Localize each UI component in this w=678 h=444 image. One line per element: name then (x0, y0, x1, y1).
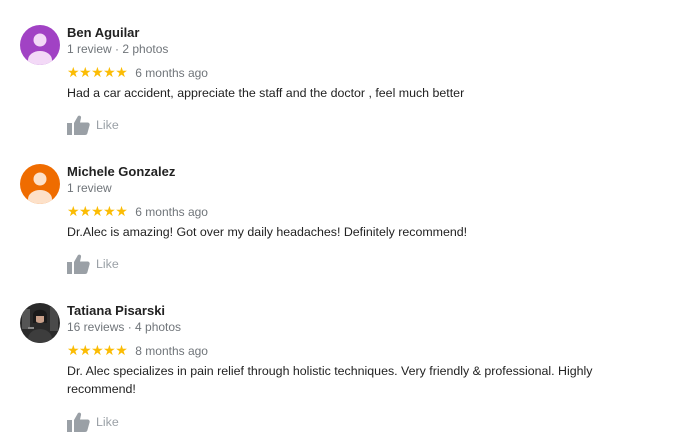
avatar[interactable] (20, 164, 60, 204)
like-label: Like (96, 415, 119, 429)
rating-row: ★★★★★ 8 months ago (67, 343, 208, 359)
review-time: 6 months ago (135, 205, 208, 219)
default-avatar-icon (20, 25, 60, 65)
star-rating: ★★★★★ (67, 343, 128, 359)
review-card: Ben Aguilar 1 review · 2 photos ★★★★★ 6 … (0, 25, 678, 135)
reviewer-name[interactable]: Michele Gonzalez (67, 164, 175, 179)
like-button[interactable]: Like (67, 254, 119, 274)
star-rating: ★★★★★ (67, 204, 128, 220)
like-label: Like (96, 257, 119, 271)
reviewer-meta: 1 review (67, 181, 112, 195)
thumbs-up-icon (67, 254, 90, 274)
like-button[interactable]: Like (67, 115, 119, 135)
avatar[interactable] (20, 303, 60, 343)
review-time: 8 months ago (135, 344, 208, 358)
like-label: Like (96, 118, 119, 132)
review-text: Dr. Alec specializes in pain relief thro… (67, 364, 593, 396)
thumbs-up-icon (67, 412, 90, 432)
profile-photo-icon (20, 303, 60, 343)
reviewer-name[interactable]: Tatiana Pisarski (67, 303, 165, 318)
like-button[interactable]: Like (67, 412, 119, 432)
review-card: Michele Gonzalez 1 review ★★★★★ 6 months… (0, 164, 678, 274)
thumbs-up-icon (67, 115, 90, 135)
reviewer-meta: 16 reviews · 4 photos (67, 320, 182, 334)
review-text: Dr.Alec is amazing! Got over my daily he… (67, 225, 468, 239)
rating-row: ★★★★★ 6 months ago (67, 65, 208, 81)
review-card: Tatiana Pisarski 16 reviews · 4 photos ★… (0, 303, 678, 438)
review-text: Had a car accident, appreciate the staff… (67, 86, 465, 100)
review-time: 6 months ago (135, 66, 208, 80)
rating-row: ★★★★★ 6 months ago (67, 204, 208, 220)
default-avatar-icon (20, 164, 60, 204)
star-rating: ★★★★★ (67, 65, 128, 81)
reviewer-meta: 1 review · 2 photos (67, 42, 169, 56)
avatar[interactable] (20, 25, 60, 65)
reviewer-name[interactable]: Ben Aguilar (67, 25, 139, 40)
